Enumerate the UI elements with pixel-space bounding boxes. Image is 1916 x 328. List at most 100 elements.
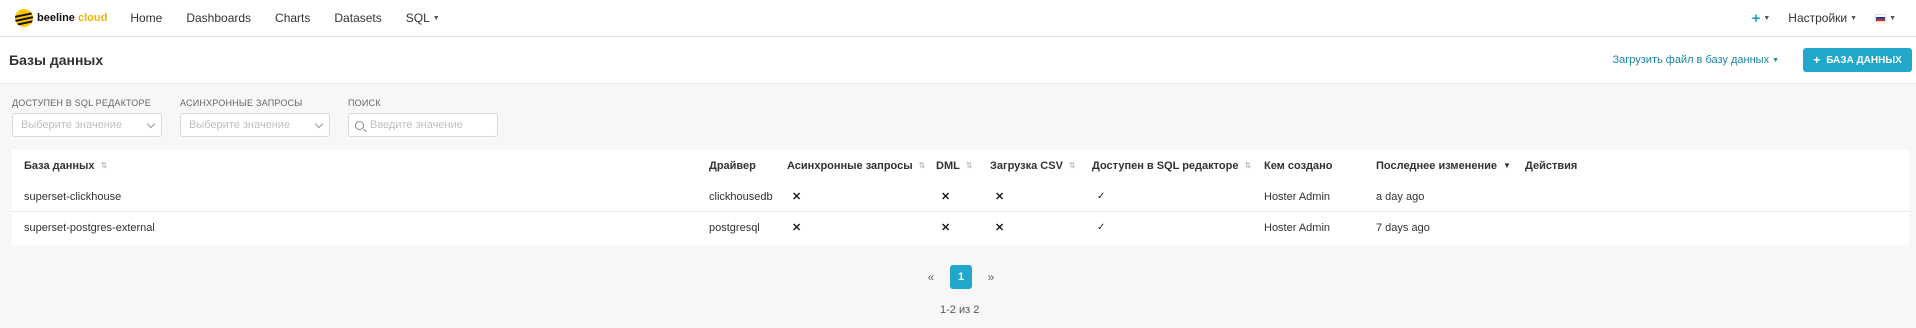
- cell-driver: clickhousedb: [709, 190, 773, 203]
- search-input[interactable]: Введите значение: [348, 113, 498, 137]
- nav-dashboards-label: Dashboards: [186, 11, 252, 25]
- pagination: « 1 »: [918, 265, 1004, 289]
- pagination-page-button[interactable]: 1: [950, 265, 972, 289]
- chevron-down-icon: ▼: [1889, 14, 1896, 22]
- chevron-down-icon: [314, 119, 324, 129]
- filter-sql-lab-label: ДОСТУПЕН В SQL РЕДАКТОРЕ: [12, 98, 151, 108]
- column-header-sql-lab[interactable]: Доступен в SQL редакторе ⇅: [1092, 150, 1251, 181]
- top-navbar: beeline cloud Home Dashboards Charts Dat…: [0, 0, 1916, 37]
- column-header-dml[interactable]: DML ⇅: [936, 150, 973, 181]
- main-menu: Home Dashboards Charts Datasets SQL ▼: [130, 11, 463, 25]
- x-icon: ✕: [941, 222, 951, 234]
- column-header-created-by: Кем создано: [1264, 150, 1333, 181]
- sort-icon: ⇅: [1244, 161, 1252, 170]
- column-header-csv[interactable]: Загрузка CSV ⇅: [990, 150, 1076, 181]
- pagination-count: 1-2 из 2: [940, 304, 980, 316]
- filter-sql-lab-placeholder: Выберите значение: [21, 119, 123, 131]
- filter-sql-lab-select[interactable]: Выберите значение: [12, 113, 162, 137]
- column-header-label: Драйвер: [709, 159, 756, 172]
- upload-file-label: Загрузить файл в базу данных: [1612, 54, 1770, 66]
- table-header-row: База данных ⇅ Драйвер Асинхронные запросы…: [12, 150, 1909, 181]
- chevron-down-icon: ▼: [1772, 56, 1779, 64]
- sort-icon: ⇅: [1068, 161, 1076, 170]
- column-header-actions: Действия: [1525, 150, 1577, 181]
- check-icon: ✓: [1097, 222, 1106, 233]
- brand-logo-link[interactable]: beeline cloud: [15, 9, 107, 27]
- cell-database-name[interactable]: superset-postgres-external: [24, 212, 155, 243]
- check-icon: ✓: [1097, 191, 1106, 202]
- filter-search: ПОИСК Введите значение: [348, 98, 498, 137]
- nav-home[interactable]: Home: [130, 11, 162, 25]
- table-row[interactable]: superset-clickhouse clickhousedb ✕ ✕ ✕ ✓…: [12, 181, 1909, 212]
- cell-changed: 7 days ago: [1376, 221, 1430, 234]
- sort-icon: ⇅: [918, 161, 926, 170]
- beeline-logo-icon: [15, 9, 33, 27]
- page-title: Базы данных: [9, 52, 104, 68]
- new-item-menu[interactable]: + ▼: [1752, 10, 1771, 27]
- plus-icon: +: [1751, 9, 1761, 27]
- sort-desc-icon: ▼: [1502, 161, 1511, 170]
- plus-icon: +: [1813, 53, 1821, 67]
- search-icon: [355, 120, 364, 130]
- cell-driver: postgresql: [709, 221, 760, 234]
- nav-sql-dropdown[interactable]: SQL ▼: [406, 11, 440, 25]
- column-header-changed[interactable]: Последнее изменение ▼: [1376, 150, 1511, 181]
- pagination-next-button[interactable]: »: [978, 270, 1004, 284]
- sort-icon: ⇅: [965, 161, 973, 170]
- nav-datasets-label: Datasets: [334, 11, 382, 25]
- x-icon: ✕: [792, 222, 802, 234]
- column-header-label: Загрузка CSV: [990, 159, 1063, 172]
- column-header-label: Асинхронные запросы: [787, 159, 913, 172]
- nav-home-label: Home: [130, 11, 163, 25]
- column-header-label: DML: [936, 159, 960, 172]
- settings-label: Настройки: [1788, 11, 1848, 25]
- x-icon: ✕: [995, 222, 1005, 234]
- cell-created-by: Hoster Admin: [1264, 190, 1331, 203]
- brand-name: beeline cloud: [37, 12, 107, 24]
- add-database-button[interactable]: + БАЗА ДАННЫХ: [1803, 48, 1912, 72]
- nav-dashboards[interactable]: Dashboards: [186, 11, 251, 25]
- column-header-async[interactable]: Асинхронные запросы ⇅: [787, 150, 925, 181]
- sort-icon: ⇅: [100, 161, 108, 170]
- upload-file-dropdown[interactable]: Загрузить файл в базу данных ▼: [1612, 54, 1779, 66]
- x-icon: ✕: [995, 191, 1005, 203]
- add-database-label: БАЗА ДАННЫХ: [1826, 54, 1902, 66]
- chevron-down-icon: ▼: [432, 14, 440, 22]
- chevron-down-icon: ▼: [1763, 14, 1771, 22]
- nav-charts[interactable]: Charts: [275, 11, 310, 25]
- nav-sql-label: SQL: [405, 11, 430, 25]
- filters-bar: ДОСТУПЕН В SQL РЕДАКТОРЕ Выберите значен…: [12, 98, 516, 137]
- page-header: Базы данных Загрузить файл в базу данных…: [0, 37, 1916, 84]
- nav-datasets[interactable]: Datasets: [334, 11, 381, 25]
- databases-table: База данных ⇅ Драйвер Асинхронные запросы…: [12, 150, 1909, 245]
- language-picker[interactable]: ▼: [1875, 14, 1896, 22]
- column-header-label: Кем создано: [1264, 159, 1333, 172]
- x-icon: ✕: [941, 191, 951, 203]
- chevron-down-icon: ▼: [1850, 14, 1858, 22]
- settings-menu[interactable]: Настройки ▼: [1788, 11, 1857, 25]
- table-row[interactable]: superset-postgres-external postgresql ✕ …: [12, 212, 1909, 243]
- column-header-driver: Драйвер: [709, 150, 756, 181]
- cell-changed: a day ago: [1376, 190, 1425, 203]
- column-header-label: База данных: [24, 159, 95, 172]
- search-placeholder: Введите значение: [370, 119, 463, 131]
- column-header-label: Доступен в SQL редакторе: [1092, 159, 1239, 172]
- russian-flag-icon: [1875, 14, 1887, 22]
- filter-search-label: ПОИСК: [348, 98, 381, 108]
- column-header-database[interactable]: База данных ⇅: [24, 150, 107, 181]
- filter-async-placeholder: Выберите значение: [189, 119, 291, 131]
- filter-async-label: АСИНХРОННЫЕ ЗАПРОСЫ: [180, 98, 303, 108]
- chevron-down-icon: [146, 119, 156, 129]
- filter-async: АСИНХРОННЫЕ ЗАПРОСЫ Выберите значение: [180, 98, 330, 137]
- filter-async-select[interactable]: Выберите значение: [180, 113, 330, 137]
- pagination-prev-button[interactable]: «: [918, 270, 944, 284]
- column-header-label: Последнее изменение: [1376, 159, 1497, 172]
- brand-name-accent: cloud: [77, 12, 108, 24]
- x-icon: ✕: [792, 191, 802, 203]
- column-header-label: Действия: [1525, 159, 1578, 172]
- filter-sql-lab: ДОСТУПЕН В SQL РЕДАКТОРЕ Выберите значен…: [12, 98, 162, 137]
- cell-database-name[interactable]: superset-clickhouse: [24, 181, 121, 212]
- nav-charts-label: Charts: [275, 11, 311, 25]
- brand-name-primary: beeline: [37, 12, 75, 24]
- cell-created-by: Hoster Admin: [1264, 221, 1331, 234]
